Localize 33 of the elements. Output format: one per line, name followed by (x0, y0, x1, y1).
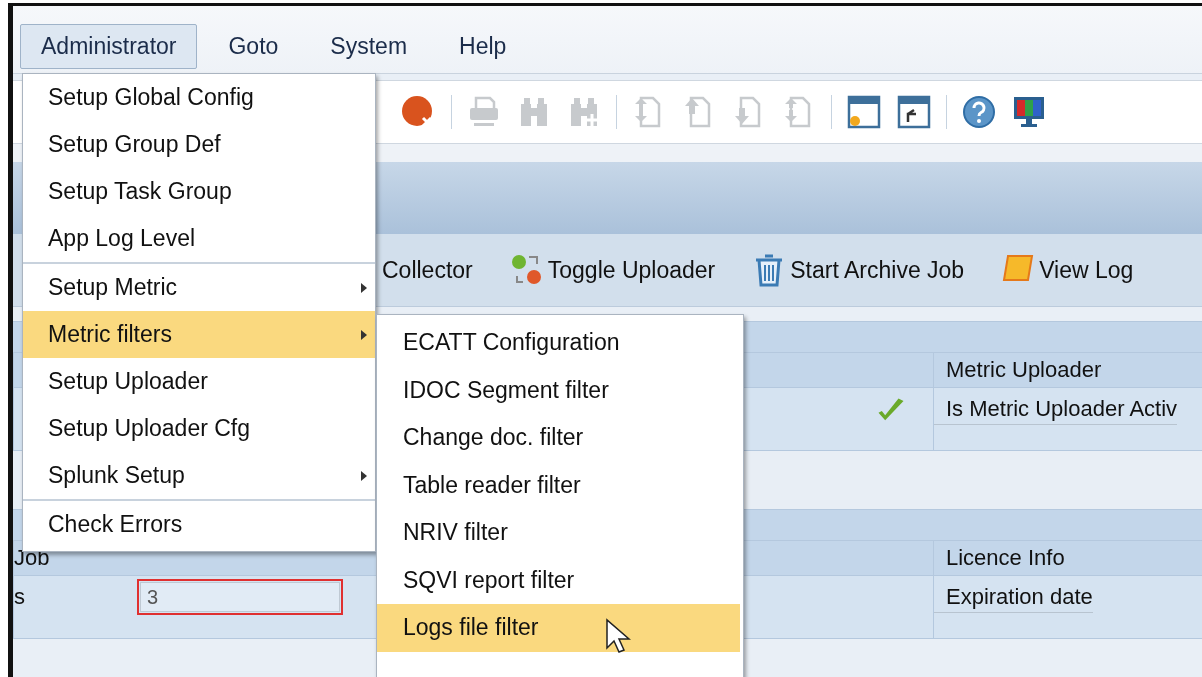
menu-item[interactable]: Metric filters (23, 311, 375, 358)
menu-item[interactable]: Table reader filter (377, 461, 740, 509)
menu-item[interactable]: Logs file filter (377, 604, 740, 652)
menu-item[interactable]: Setup Task Group (23, 168, 375, 215)
menu-bar-item[interactable]: Goto (207, 24, 300, 69)
group-title: Licence Info (934, 541, 1202, 576)
menu-item[interactable]: Setup Global Config (23, 74, 375, 121)
menu-item[interactable]: Check Errors (23, 501, 375, 548)
menu-item[interactable]: Setup Metric (23, 264, 375, 311)
menu-item[interactable]: Setup Uploader Cfg (23, 405, 375, 452)
monitor-icon[interactable] (1011, 94, 1047, 130)
help-icon[interactable] (961, 94, 997, 130)
toolbar-button[interactable]: Start Archive Job (751, 252, 965, 288)
menu-item[interactable]: ECATT Configuration (377, 319, 740, 367)
toolbar-button[interactable]: View Log (1000, 252, 1134, 288)
field-label: Expiration date (934, 584, 1093, 613)
cursor-icon (605, 618, 631, 654)
field-label: s (14, 584, 25, 611)
window-icon[interactable] (896, 94, 932, 130)
menu-item[interactable]: Setup Group Def (23, 121, 375, 168)
menu-item[interactable]: Splunk Setup (23, 452, 375, 499)
menu-item[interactable]: Setup Uploader (23, 358, 375, 405)
input-field[interactable]: 3 (140, 582, 340, 612)
menu-item[interactable]: Change doc. filter (377, 414, 740, 462)
menu-bar-item[interactable]: Help (438, 24, 528, 69)
menu-bar-item[interactable]: Administrator (20, 24, 198, 69)
menu-item[interactable]: App Log Level (23, 215, 375, 262)
toolbar-button[interactable]: Toggle Uploader (508, 252, 716, 288)
group-title: Metric Uploader (934, 353, 1202, 388)
menu-bar-item[interactable]: System (309, 24, 429, 69)
menu-item[interactable]: IDOC Segment filter (377, 366, 740, 414)
field-label: Is Metric Uploader Activ (934, 396, 1178, 425)
toolbar-button[interactable]: Collector (382, 256, 473, 284)
